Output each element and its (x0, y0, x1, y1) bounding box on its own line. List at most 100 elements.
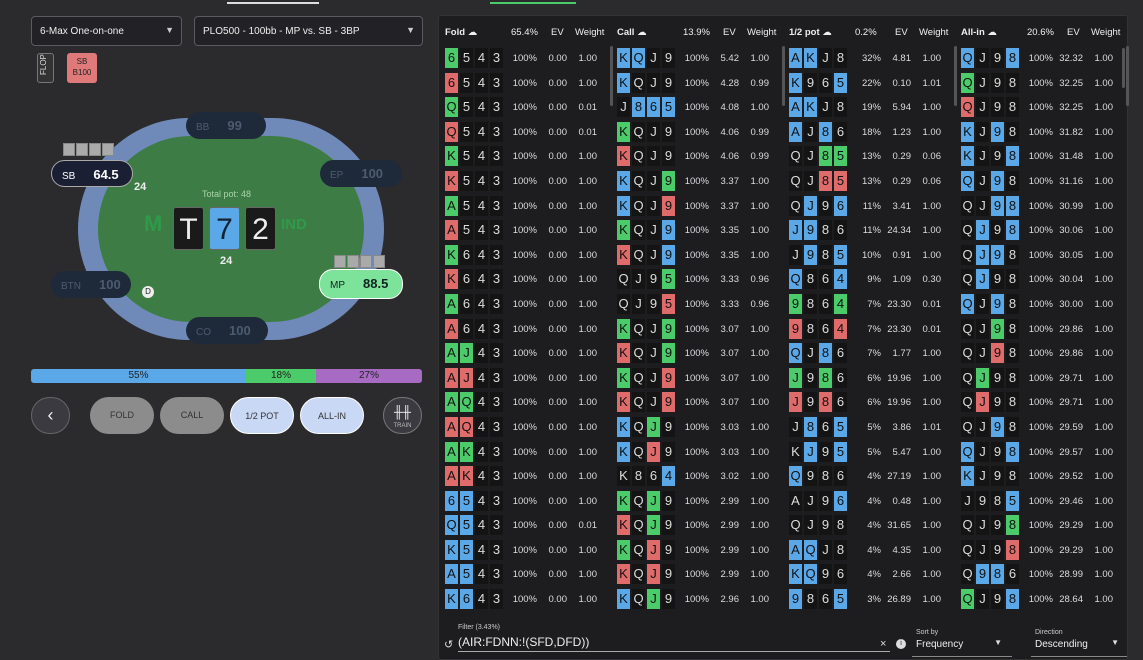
hand-row[interactable]: A Q 4 3 100% 0.00 1.00 (443, 415, 608, 440)
hand-row[interactable]: Q J 9 5 100% 3.33 0.96 (615, 292, 780, 317)
all-in-button[interactable]: ALL-IN (300, 397, 364, 434)
hand-row[interactable]: Q J 9 8 100% 29.71 1.00 (959, 390, 1124, 415)
column-scrollbar[interactable] (610, 46, 613, 106)
hand-row[interactable]: Q 8 6 4 9% 1.09 0.30 (787, 267, 952, 292)
history-node[interactable]: SB B100 (67, 53, 97, 83)
hand-row[interactable]: A K 4 3 100% 0.00 1.00 (443, 440, 608, 465)
hand-row[interactable]: Q J 9 8 100% 29.29 1.00 (959, 538, 1124, 563)
game-select[interactable]: 6-Max One-on-one ▼ (31, 16, 182, 46)
hand-row[interactable]: Q J 9 8 100% 32.25 1.00 (959, 71, 1124, 96)
hand-row[interactable]: K Q J 9 100% 3.03 1.00 (615, 415, 780, 440)
hand-row[interactable]: 6 5 4 3 100% 0.00 1.00 (443, 71, 608, 96)
hand-row[interactable]: A Q 4 3 100% 0.00 1.00 (443, 390, 608, 415)
filter-box[interactable]: Filter (3.43%) ↺ (AIR:FDNN:!(SFD,DFD)) ×… (444, 621, 906, 659)
hand-row[interactable]: K 9 6 5 22% 0.10 1.01 (787, 71, 952, 96)
hand-row[interactable]: Q 5 4 3 100% 0.00 0.01 (443, 513, 608, 538)
hand-row[interactable]: Q J 9 8 100% 29.57 1.00 (959, 440, 1124, 465)
hand-row[interactable]: Q J 9 8 100% 29.59 1.00 (959, 415, 1124, 440)
half-pot-button[interactable]: 1/2 POT (230, 397, 294, 434)
hand-row[interactable]: K 5 4 3 100% 0.00 1.00 (443, 169, 608, 194)
hand-row[interactable]: Q J 9 6 11% 3.41 1.00 (787, 194, 952, 219)
spot-select[interactable]: PLO500 - 100bb - MP vs. SB - 3BP ▼ (194, 16, 423, 46)
hand-row[interactable]: Q J 9 8 100% 32.32 1.00 (959, 46, 1124, 71)
hand-row[interactable]: Q J 8 5 13% 0.29 0.06 (787, 169, 952, 194)
hand-row[interactable]: J 9 8 5 100% 29.46 1.00 (959, 489, 1124, 514)
cloud-download-icon[interactable]: ☁ (637, 27, 647, 38)
hand-row[interactable]: Q J 9 8 100% 30.99 1.00 (959, 194, 1124, 219)
hand-row[interactable]: K 6 4 3 100% 0.00 1.00 (443, 587, 608, 612)
hand-row[interactable]: K Q J 9 100% 3.07 1.00 (615, 390, 780, 415)
hand-row[interactable]: K Q J 9 100% 4.28 0.99 (615, 71, 780, 96)
hand-row[interactable]: 9 8 6 5 3% 26.89 1.00 (787, 587, 952, 612)
hand-row[interactable]: A 5 4 3 100% 0.00 1.00 (443, 562, 608, 587)
hand-row[interactable]: 6 5 4 3 100% 0.00 1.00 (443, 46, 608, 71)
hand-row[interactable]: K Q J 9 100% 3.37 1.00 (615, 194, 780, 219)
hand-row[interactable]: K Q J 9 100% 3.03 1.00 (615, 440, 780, 465)
hand-row[interactable]: K Q J 9 100% 2.99 1.00 (615, 538, 780, 563)
hand-row[interactable]: A 5 4 3 100% 0.00 1.00 (443, 194, 608, 219)
cloud-download-icon[interactable]: ☁ (822, 27, 832, 38)
hand-row[interactable]: K J 9 5 5% 5.47 1.00 (787, 440, 952, 465)
hand-row[interactable]: Q J 9 8 100% 29.86 1.00 (959, 317, 1124, 342)
hand-row[interactable]: K Q J 9 100% 3.37 1.00 (615, 169, 780, 194)
hand-row[interactable]: Q J 9 5 100% 3.33 0.96 (615, 267, 780, 292)
hand-row[interactable]: K Q J 9 100% 2.99 1.00 (615, 489, 780, 514)
direction-select[interactable]: Direction Descending ▼ (1031, 629, 1127, 657)
hand-row[interactable]: A K 4 3 100% 0.00 1.00 (443, 464, 608, 489)
sort-select[interactable]: Sort by Frequency ▼ (912, 629, 1012, 657)
hand-row[interactable]: K J 9 8 100% 31.82 1.00 (959, 120, 1124, 145)
hand-row[interactable]: K Q J 9 100% 3.35 1.00 (615, 218, 780, 243)
hand-row[interactable]: A 6 4 3 100% 0.00 1.00 (443, 317, 608, 342)
hand-row[interactable]: Q J 9 8 4% 31.65 1.00 (787, 513, 952, 538)
hand-row[interactable]: K Q J 9 100% 3.07 1.00 (615, 341, 780, 366)
hand-row[interactable]: Q J 9 8 100% 30.06 1.00 (959, 218, 1124, 243)
hand-row[interactable]: J 9 8 6 6% 19.96 1.00 (787, 366, 952, 391)
hand-row[interactable]: K 6 4 3 100% 0.00 1.00 (443, 267, 608, 292)
hand-row[interactable]: 9 8 6 4 7% 23.30 0.01 (787, 292, 952, 317)
hand-row[interactable]: A J 9 6 4% 0.48 1.00 (787, 489, 952, 514)
hand-row[interactable]: Q J 9 8 100% 30.00 1.00 (959, 292, 1124, 317)
info-icon[interactable]: i (896, 639, 906, 649)
hand-row[interactable]: Q 9 8 6 4% 27.19 1.00 (787, 464, 952, 489)
hand-row[interactable]: Q 5 4 3 100% 0.00 0.01 (443, 95, 608, 120)
hand-row[interactable]: K Q J 9 100% 3.07 1.00 (615, 366, 780, 391)
filter-input[interactable]: (AIR:FDNN:!(SFD,DFD)) (458, 635, 890, 652)
panel-scrollbar[interactable] (1122, 48, 1125, 88)
column-scrollbar[interactable] (954, 46, 957, 106)
hand-row[interactable]: A J 8 6 18% 1.23 1.00 (787, 120, 952, 145)
hand-row[interactable]: K Q J 9 100% 4.06 0.99 (615, 120, 780, 145)
hand-row[interactable]: A J 4 3 100% 0.00 1.00 (443, 341, 608, 366)
back-button[interactable]: ‹ (31, 397, 70, 434)
hand-row[interactable]: A Q J 8 4% 4.35 1.00 (787, 538, 952, 563)
hand-row[interactable]: K Q J 9 100% 3.35 1.00 (615, 243, 780, 268)
hand-row[interactable]: Q J 9 8 100% 31.16 1.00 (959, 169, 1124, 194)
hand-row[interactable]: K Q 9 6 4% 2.66 1.00 (787, 562, 952, 587)
hand-row[interactable]: K Q J 9 100% 2.99 1.00 (615, 513, 780, 538)
hand-row[interactable]: Q 5 4 3 100% 0.00 0.01 (443, 120, 608, 145)
hand-row[interactable]: K 5 4 3 100% 0.00 1.00 (443, 144, 608, 169)
hand-row[interactable]: K Q J 9 100% 3.07 1.00 (615, 317, 780, 342)
hand-row[interactable]: K J 9 8 100% 29.52 1.00 (959, 464, 1124, 489)
hand-row[interactable]: 9 8 6 4 7% 23.30 0.01 (787, 317, 952, 342)
street-button[interactable]: FLOP (37, 53, 54, 83)
hand-row[interactable]: K 6 4 3 100% 0.00 1.00 (443, 243, 608, 268)
hand-row[interactable]: K J 9 8 100% 31.48 1.00 (959, 144, 1124, 169)
reset-icon[interactable]: ↺ (444, 638, 453, 651)
column-scrollbar[interactable] (782, 46, 785, 106)
hand-row[interactable]: J 8 6 5 100% 4.08 1.00 (615, 95, 780, 120)
fold-button[interactable]: FOLD (90, 397, 154, 434)
hand-row[interactable]: J 9 8 5 10% 0.91 1.00 (787, 243, 952, 268)
hand-row[interactable]: Q J 9 8 100% 32.25 1.00 (959, 95, 1124, 120)
hand-row[interactable]: K 5 4 3 100% 0.00 1.00 (443, 538, 608, 563)
hand-row[interactable]: A 5 4 3 100% 0.00 1.00 (443, 218, 608, 243)
cloud-download-icon[interactable]: ☁ (468, 27, 478, 38)
column-scrollbar[interactable] (1126, 46, 1129, 106)
hand-row[interactable]: Q J 9 8 100% 30.05 1.00 (959, 243, 1124, 268)
hand-row[interactable]: J 8 6 5 5% 3.86 1.01 (787, 415, 952, 440)
hand-row[interactable]: Q J 9 8 100% 29.71 1.00 (959, 366, 1124, 391)
hand-row[interactable]: K Q J 9 100% 5.42 1.00 (615, 46, 780, 71)
hand-row[interactable]: Q J 8 6 7% 1.77 1.00 (787, 341, 952, 366)
call-button[interactable]: CALL (160, 397, 224, 434)
hand-row[interactable]: A J 4 3 100% 0.00 1.00 (443, 366, 608, 391)
hand-row[interactable]: A K J 8 32% 4.81 1.00 (787, 46, 952, 71)
